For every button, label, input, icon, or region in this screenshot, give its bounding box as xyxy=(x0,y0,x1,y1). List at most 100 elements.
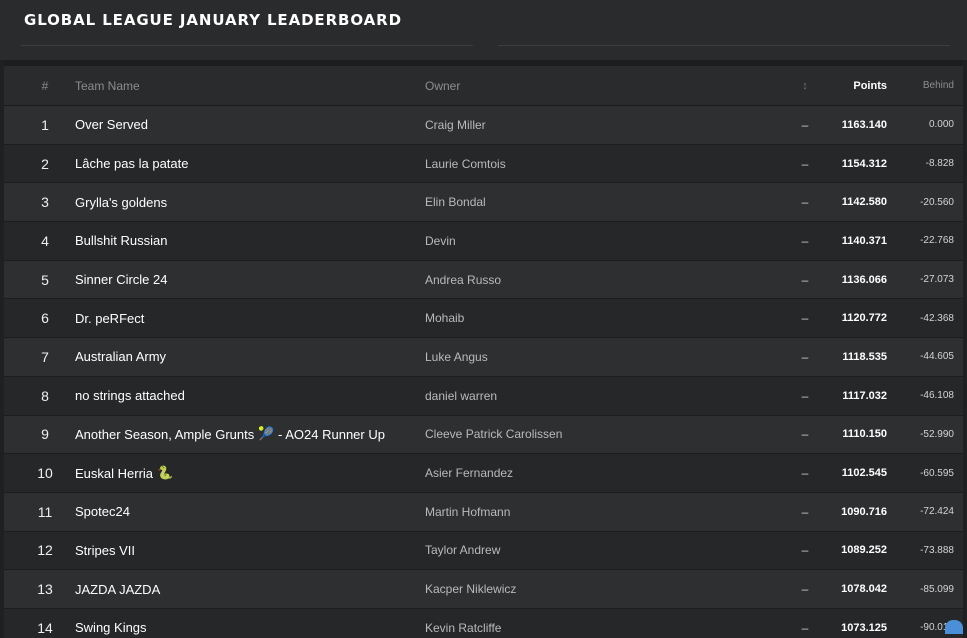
team-name[interactable]: Spotec24 xyxy=(75,504,130,519)
table-row[interactable]: 12 Stripes VII Taylor Andrew – 1089.252 -73.8… xyxy=(4,531,963,571)
team-name-cell: JAZDA JAZDA xyxy=(75,570,160,608)
points-cell: 1142.580 xyxy=(841,196,887,209)
movement-cell: – xyxy=(801,156,809,171)
owner-cell: Elin Bondal xyxy=(425,195,486,210)
movement-cell: – xyxy=(801,233,809,248)
owner-cell: Kevin Ratcliffe xyxy=(425,620,502,635)
team-name-cell: Dr. peRFect xyxy=(75,299,144,337)
rank-cell: 6 xyxy=(41,310,49,327)
rank-cell: 10 xyxy=(37,465,53,482)
team-name[interactable]: Sinner Circle 24 xyxy=(75,272,168,287)
team-name-cell: Spotec24 xyxy=(75,493,130,531)
team-name-cell: no strings attached xyxy=(75,377,185,415)
title-bar: GLOBAL LEAGUE JANUARY LEADERBOARD xyxy=(0,0,967,60)
column-header-owner[interactable]: Owner xyxy=(425,66,460,105)
owner-cell: Luke Angus xyxy=(425,349,488,364)
points-cell: 1118.535 xyxy=(842,350,887,363)
filter-dropdown-left[interactable] xyxy=(21,30,473,46)
column-header-team[interactable]: Team Name xyxy=(75,66,140,105)
rank-cell: 9 xyxy=(41,426,49,443)
team-name[interactable]: Dr. peRFect xyxy=(75,311,144,326)
team-name[interactable]: Grylla's goldens xyxy=(75,195,167,210)
behind-cell: -20.560 xyxy=(920,196,954,208)
team-name[interactable]: no strings attached xyxy=(75,388,185,403)
owner-cell: Cleeve Patrick Carolissen xyxy=(425,427,563,442)
behind-cell: -42.368 xyxy=(920,312,954,324)
rank-cell: 12 xyxy=(37,542,53,559)
team-emoji-icon: 🎾 xyxy=(258,426,275,442)
team-name[interactable]: Euskal Herria xyxy=(75,466,153,481)
table-row[interactable]: 7 Australian Army Luke Angus – 1118.535 -44.6… xyxy=(4,338,963,377)
table-row[interactable]: 4 Bullshit Russian Devin – 1140.371 -22.768 xyxy=(4,222,963,261)
movement-cell: – xyxy=(801,620,809,635)
rank-cell: 2 xyxy=(41,155,49,172)
column-header-points[interactable]: Points xyxy=(853,66,887,105)
team-name[interactable]: Over Served xyxy=(75,117,148,132)
rank-cell: 7 xyxy=(41,348,49,365)
movement-cell: – xyxy=(801,427,809,442)
table-row[interactable]: 2 Lâche pas la patate Laurie Comtois – 1154.… xyxy=(4,144,963,184)
behind-cell: -72.424 xyxy=(920,506,954,518)
rank-cell: 3 xyxy=(41,194,49,211)
behind-cell: -46.108 xyxy=(920,390,954,402)
filter-dropdown-right[interactable] xyxy=(498,30,950,46)
table-header: # Team Name Owner ↕ Points Behind xyxy=(4,66,963,106)
team-name[interactable]: Bullshit Russian xyxy=(75,233,168,248)
team-name-cell: Swing Kings xyxy=(75,609,147,638)
column-header-rank[interactable]: # xyxy=(4,66,86,105)
team-name[interactable]: Stripes VII xyxy=(75,543,135,558)
team-name[interactable]: JAZDA JAZDA xyxy=(75,582,160,597)
movement-cell: – xyxy=(801,272,809,287)
team-name-cell: Bullshit Russian xyxy=(75,222,168,260)
points-cell: 1102.545 xyxy=(841,467,887,480)
team-name-cell: Lâche pas la patate xyxy=(75,145,188,183)
rank-cell: 8 xyxy=(41,387,49,404)
team-name-cell: Australian Army xyxy=(75,338,166,376)
behind-cell: -22.768 xyxy=(920,235,954,247)
points-cell: 1078.042 xyxy=(841,583,887,596)
table-row[interactable]: 5 Sinner Circle 24 Andrea Russo – 1136.066 -2… xyxy=(4,260,963,300)
table-row[interactable]: 1 Over Served Craig Miller – 1163.140 0.000 xyxy=(4,106,963,145)
table-row[interactable]: 8 no strings attached daniel warren – 1117.0… xyxy=(4,376,963,416)
page-title: GLOBAL LEAGUE JANUARY LEADERBOARD xyxy=(24,11,402,29)
table-row[interactable]: 13 JAZDA JAZDA Kacper Niklewicz – 1078.042 -8… xyxy=(4,570,963,609)
owner-cell: daniel warren xyxy=(425,388,498,403)
behind-cell: -73.888 xyxy=(920,544,954,556)
points-cell: 1073.125 xyxy=(841,621,887,634)
team-name[interactable]: Australian Army xyxy=(75,349,166,364)
sort-arrows-icon[interactable]: ↕ xyxy=(798,66,812,105)
table-row[interactable]: 9 Another Season, Ample Grunts 🎾 - AO24 Ru… xyxy=(4,415,963,455)
points-cell: 1117.032 xyxy=(842,389,887,402)
owner-cell: Asier Fernandez xyxy=(425,466,514,481)
movement-cell: – xyxy=(801,388,809,403)
column-header-behind[interactable]: Behind xyxy=(923,66,954,105)
leaderboard-table: # Team Name Owner ↕ Points Behind 1 Over … xyxy=(4,66,963,638)
table-row[interactable]: 11 Spotec24 Martin Hofmann – 1090.716 -72.424 xyxy=(4,492,963,532)
points-cell: 1089.252 xyxy=(841,544,887,557)
team-name[interactable]: Swing Kings xyxy=(75,620,147,635)
team-name-cell: Grylla's goldens xyxy=(75,183,167,221)
chat-widget-icon[interactable] xyxy=(945,620,963,634)
points-cell: 1154.312 xyxy=(841,157,887,170)
owner-cell: Laurie Comtois xyxy=(425,156,506,171)
behind-cell: -44.605 xyxy=(920,351,954,363)
team-name[interactable]: Another Season, Ample Grunts xyxy=(75,427,254,442)
table-row[interactable]: 6 Dr. peRFect Mohaib – 1120.772 -42.368 xyxy=(4,299,963,339)
movement-cell: – xyxy=(801,466,809,481)
team-name-cell: Euskal Herria 🐍 xyxy=(75,454,173,492)
table-row[interactable]: 14 Swing Kings Kevin Ratcliffe –1073.125 -90… xyxy=(4,608,963,638)
table-row[interactable]: 3 Grylla's goldens Elin Bondal – 1142.580 -20… xyxy=(4,183,963,223)
owner-cell: Kacper Niklewicz xyxy=(425,582,517,597)
table-body: 1 Over Served Craig Miller – 1163.140 0.000 2 L… xyxy=(4,106,963,638)
movement-cell: – xyxy=(801,195,809,210)
team-name[interactable]: Lâche pas la patate xyxy=(75,156,188,171)
behind-cell: -60.595 xyxy=(920,467,954,479)
team-name-cell: Sinner Circle 24 xyxy=(75,261,168,299)
points-cell: 1120.772 xyxy=(841,312,887,325)
points-cell: 1090.716 xyxy=(841,505,887,518)
owner-cell: Andrea Russo xyxy=(425,272,502,287)
table-row[interactable]: 10 Euskal Herria 🐍 Asier Fernandez – 1102.545… xyxy=(4,454,963,493)
rank-cell: 1 xyxy=(41,116,49,133)
team-name-cell: Over Served xyxy=(75,106,148,144)
behind-cell: -52.990 xyxy=(920,428,954,440)
